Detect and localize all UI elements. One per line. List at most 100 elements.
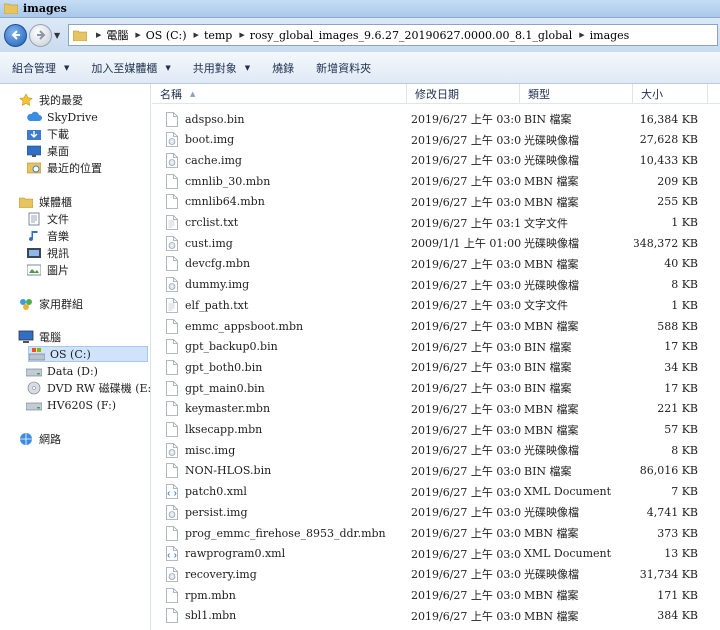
file-row[interactable]: gpt_main0.bin 2019/6/27 上午 03:09 BIN 檔案 17 … (152, 378, 720, 398)
column-header-name[interactable]: 名稱 ▲ (152, 84, 407, 104)
file-name-cell[interactable]: recovery.img (166, 564, 406, 584)
breadcrumb-item[interactable]: ▶ 電腦 (93, 27, 128, 43)
file-row[interactable]: patch0.xml 2019/6/27 上午 03:09 XML Document… (152, 482, 720, 502)
nav-item[interactable]: Data (D:) (26, 363, 98, 379)
file-row[interactable]: devcfg.mbn 2019/6/27 上午 03:09 MBN 檔案 40 KB (152, 254, 720, 274)
file-row[interactable]: elf_path.txt 2019/6/27 上午 03:09 文字文件 1 KB (152, 295, 720, 315)
file-name-cell[interactable]: dummy.img (166, 275, 406, 295)
file-name-cell[interactable]: cust.img (166, 233, 406, 253)
file-name-cell[interactable]: sbl1.mbn (166, 606, 406, 626)
nav-item[interactable]: 電腦 (18, 329, 61, 345)
file-row[interactable]: dummy.img 2019/6/27 上午 03:09 光碟映像檔 8 KB (152, 275, 720, 295)
file-row[interactable]: NON-HLOS.bin 2019/6/27 上午 03:09 BIN 檔案 86,0… (152, 461, 720, 481)
file-name: adspso.bin (185, 112, 245, 126)
file-size: 384 KB (657, 609, 698, 623)
nav-item[interactable]: 我的最愛 (18, 92, 83, 108)
file-type: 光碟映像檔 (524, 154, 579, 168)
file-name-cell[interactable]: rawprogram0.xml (166, 544, 406, 564)
column-header-type[interactable]: 類型 (520, 84, 633, 104)
nav-item[interactable]: 下載 (26, 126, 69, 142)
nav-item[interactable]: 音樂 (26, 228, 69, 244)
file-row[interactable]: persist.img 2019/6/27 上午 03:09 光碟映像檔 4,741 … (152, 502, 720, 522)
file-row[interactable]: cache.img 2019/6/27 上午 03:09 光碟映像檔 10,433 K… (152, 150, 720, 170)
forward-arrow-icon (36, 30, 45, 40)
toolbar-button[interactable]: 加入至媒體櫃 ▼ (91, 60, 170, 76)
file-row[interactable]: adspso.bin 2019/6/27 上午 03:09 BIN 檔案 16,384… (152, 109, 720, 129)
file-name-cell[interactable]: adspso.bin (166, 109, 406, 129)
file-name-cell[interactable]: misc.img (166, 440, 406, 460)
forward-button[interactable] (29, 23, 52, 47)
file-row[interactable]: rpm.mbn 2019/6/27 上午 03:09 MBN 檔案 171 KB (152, 585, 720, 605)
file-row[interactable]: cmnlib64.mbn 2019/6/27 上午 03:09 MBN 檔案 255 … (152, 192, 720, 212)
file-row[interactable]: boot.img 2019/6/27 上午 03:09 光碟映像檔 27,628 KB (152, 130, 720, 150)
breadcrumb-item[interactable]: ▶ rosy_global_images_9.6.27_20190627.0000… (236, 29, 572, 42)
file-name-cell[interactable]: elf_path.txt (166, 295, 406, 315)
file-name-cell[interactable]: prog_emmc_firehose_8953_ddr.mbn (166, 523, 406, 543)
file-row[interactable]: gpt_backup0.bin 2019/6/27 上午 03:09 BIN 檔案 1… (152, 337, 720, 357)
file-row[interactable]: crclist.txt 2019/6/27 上午 03:11 文字文件 1 KB (152, 213, 720, 233)
recent-pages-dropdown[interactable]: ▼ (54, 31, 64, 40)
address-bar[interactable]: ▶ 電腦 ▶ OS (C:) ▶ temp ▶ rosy_global_images_9.6.… (68, 24, 718, 46)
file-name-cell[interactable]: boot.img (166, 130, 406, 150)
toolbar-button[interactable]: 組合管理 ▼ (12, 60, 69, 76)
file-row[interactable]: lksecapp.mbn 2019/6/27 上午 03:09 MBN 檔案 57 K… (152, 420, 720, 440)
file-name: keymaster.mbn (185, 402, 271, 416)
nav-item[interactable]: 網路 (18, 431, 61, 447)
file-row[interactable]: prog_emmc_firehose_8953_ddr.mbn 2019/6/27… (152, 523, 720, 543)
breadcrumb-separator-icon[interactable]: ▶ (135, 31, 140, 39)
breadcrumb-item[interactable]: ▶ images (576, 29, 629, 42)
nav-item[interactable]: 視訊 (26, 245, 69, 261)
file-date: 2019/6/27 上午 03:09 (411, 464, 521, 478)
file-name-cell[interactable]: keymaster.mbn (166, 399, 406, 419)
breadcrumb-separator-icon[interactable]: ▶ (239, 31, 244, 39)
file-name-cell[interactable]: gpt_backup0.bin (166, 337, 406, 357)
file-date: 2019/6/27 上午 03:09 (411, 175, 521, 189)
file-row[interactable]: recovery.img 2019/6/27 上午 03:09 光碟映像檔 31,73… (152, 564, 720, 584)
file-name-cell[interactable]: rpm.mbn (166, 585, 406, 605)
file-name-cell[interactable]: cache.img (166, 150, 406, 170)
file-row[interactable]: emmc_appsboot.mbn 2019/6/27 上午 03:09 MBN 檔… (152, 316, 720, 336)
file-row[interactable]: sbl1.mbn 2019/6/27 上午 03:09 MBN 檔案 384 KB (152, 606, 720, 626)
toolbar-button[interactable]: 新增資料夾 (316, 60, 371, 76)
file-row[interactable]: keymaster.mbn 2019/6/27 上午 03:09 MBN 檔案 221… (152, 399, 720, 419)
file-name-cell[interactable]: crclist.txt (166, 213, 406, 233)
nav-item[interactable]: 媒體櫃 (18, 194, 72, 210)
file-name-cell[interactable]: patch0.xml (166, 482, 406, 502)
nav-item[interactable]: DVD RW 磁碟機 (E:) (26, 380, 150, 396)
nav-item-label: 桌面 (47, 145, 69, 158)
nav-item[interactable]: 家用群組 (18, 296, 83, 312)
nav-item[interactable]: 最近的位置 (26, 160, 102, 176)
file-row[interactable]: cmnlib_30.mbn 2019/6/27 上午 03:09 MBN 檔案 209… (152, 171, 720, 191)
file-size: 221 KB (657, 402, 698, 416)
breadcrumb-item[interactable]: ▶ temp (191, 29, 233, 42)
nav-item[interactable]: 桌面 (26, 143, 69, 159)
toolbar-button[interactable]: 共用對象 ▼ (193, 60, 250, 76)
file-name-cell[interactable]: gpt_both0.bin (166, 357, 406, 377)
column-header-size[interactable]: 大小 (633, 84, 708, 104)
nav-item[interactable]: OS (C:) (28, 346, 148, 362)
nav-item[interactable]: 圖片 (26, 262, 69, 278)
file-name-cell[interactable]: lksecapp.mbn (166, 420, 406, 440)
file-row[interactable]: misc.img 2019/6/27 上午 03:09 光碟映像檔 8 KB (152, 440, 720, 460)
toolbar-button[interactable]: 燒錄 (272, 60, 294, 76)
folder-icon (73, 30, 87, 41)
file-name-cell[interactable]: emmc_appsboot.mbn (166, 316, 406, 336)
column-header-date[interactable]: 修改日期 (407, 84, 520, 104)
file-name-cell[interactable]: gpt_main0.bin (166, 378, 406, 398)
breadcrumb-separator-icon[interactable]: ▶ (194, 31, 199, 39)
file-name-cell[interactable]: cmnlib64.mbn (166, 192, 406, 212)
file-name-cell[interactable]: devcfg.mbn (166, 254, 406, 274)
nav-item[interactable]: 文件 (26, 211, 69, 227)
file-row[interactable]: rawprogram0.xml 2019/6/27 上午 03:09 XML Doc… (152, 544, 720, 564)
breadcrumb-separator-icon[interactable]: ▶ (96, 31, 101, 39)
file-row[interactable]: cust.img 2009/1/1 上午 01:00 光碟映像檔 348,372 KB (152, 233, 720, 253)
breadcrumb-separator-icon[interactable]: ▶ (579, 31, 584, 39)
nav-item[interactable]: HV620S (F:) (26, 397, 116, 413)
breadcrumb-item[interactable]: ▶ OS (C:) (132, 29, 186, 42)
back-button[interactable] (4, 23, 27, 47)
file-name-cell[interactable]: persist.img (166, 502, 406, 522)
file-name-cell[interactable]: cmnlib_30.mbn (166, 171, 406, 191)
file-name-cell[interactable]: NON-HLOS.bin (166, 461, 406, 481)
file-row[interactable]: gpt_both0.bin 2019/6/27 上午 03:09 BIN 檔案 34 … (152, 357, 720, 377)
nav-item[interactable]: SkyDrive (26, 109, 98, 125)
